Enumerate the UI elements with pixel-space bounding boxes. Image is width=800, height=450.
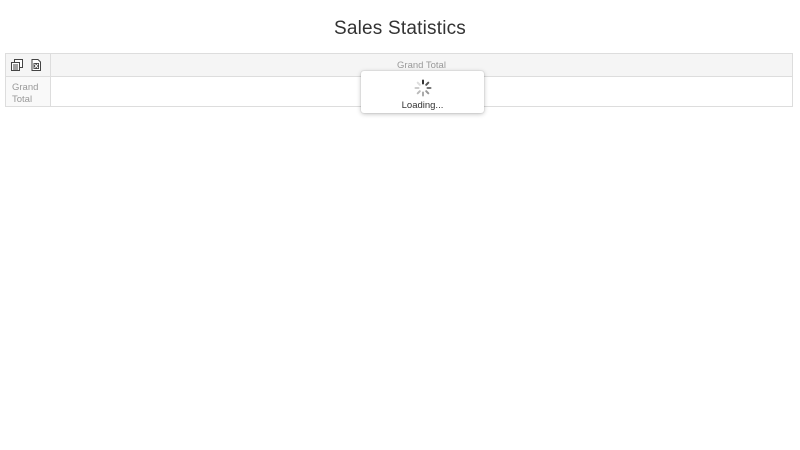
field-chooser-icon[interactable] (10, 58, 24, 72)
row-header-grand-total: Grand Total (6, 77, 51, 106)
loading-panel: Loading... (361, 71, 484, 113)
page-title: Sales Statistics (333, 18, 467, 39)
page: Sales Statistics Grand Total Grand Total… (0, 0, 800, 450)
loading-text: Loading... (401, 100, 444, 111)
column-header-label: Grand Total (397, 60, 446, 71)
row-header-label: Grand Total (12, 82, 39, 105)
pivot-toolbar-area (6, 54, 51, 77)
loading-spinner-icon (414, 79, 432, 97)
excel-export-icon[interactable] (29, 58, 43, 72)
